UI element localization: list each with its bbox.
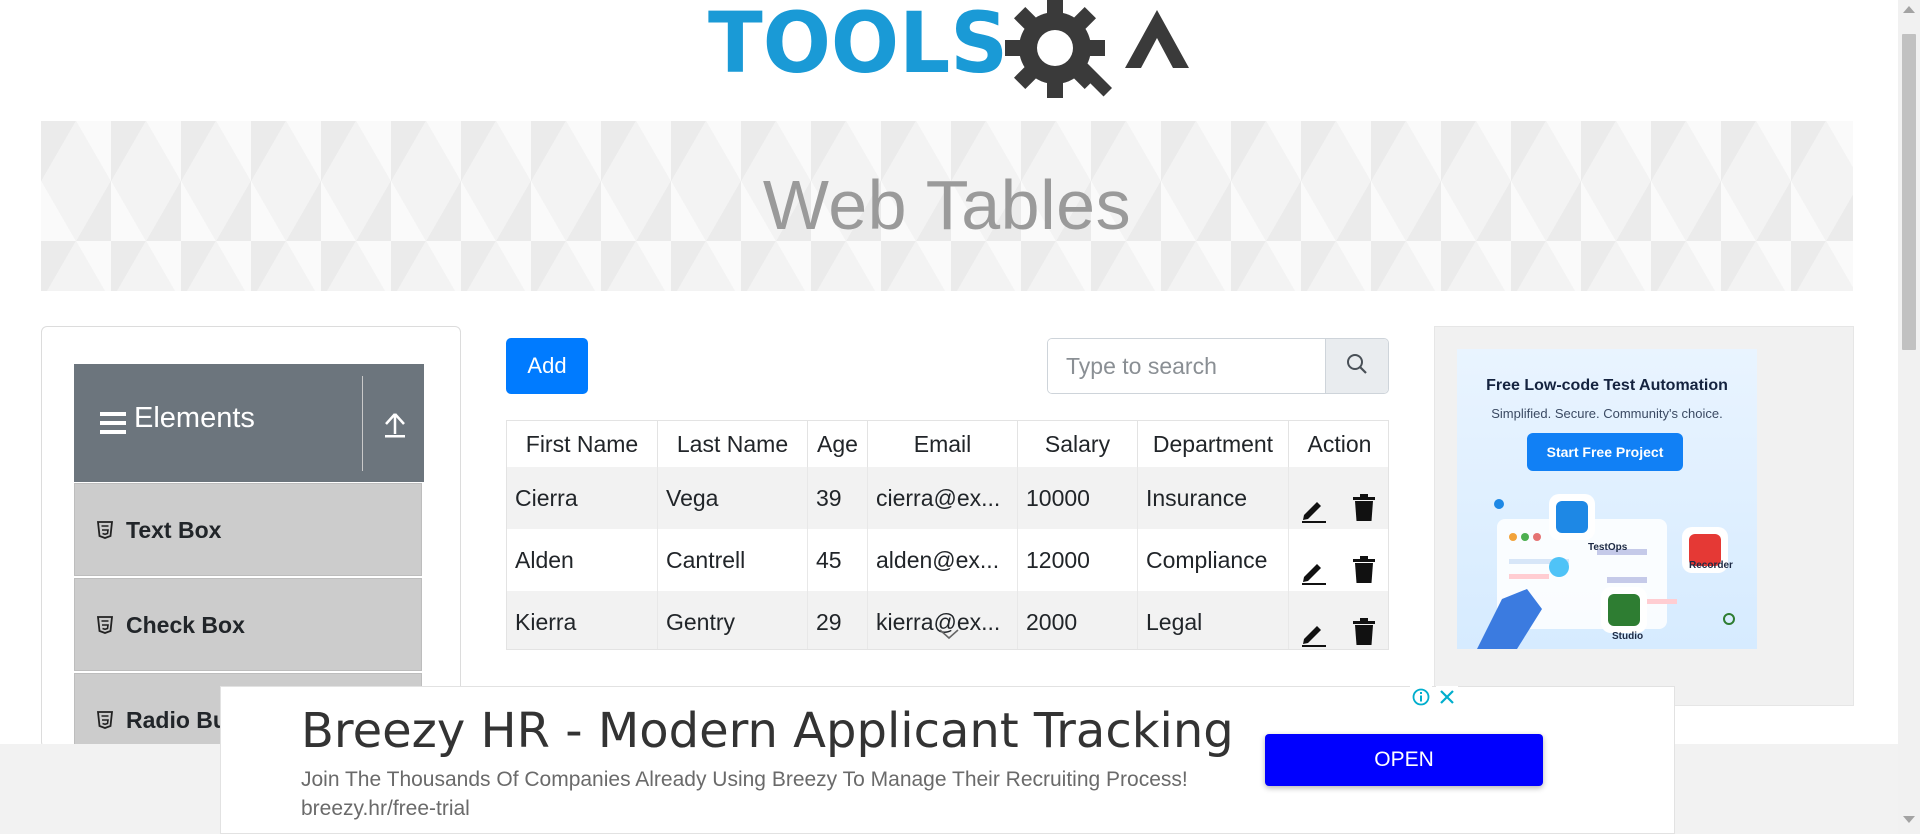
column-header-last-name[interactable]: Last Name <box>658 421 808 467</box>
ad-description: Join The Thousands Of Companies Already … <box>301 768 1188 820</box>
cell-salary: 10000 <box>1018 467 1138 529</box>
delete-icon[interactable] <box>1352 607 1376 649</box>
html5-icon <box>96 521 114 544</box>
cell-action <box>1289 591 1388 649</box>
sidebar-item-text-box[interactable]: Text Box <box>74 483 422 576</box>
cell-department: Legal <box>1138 591 1289 649</box>
ad-label-testops: TestOps <box>1588 542 1628 553</box>
ad-label-recorder: Recorder <box>1689 560 1733 571</box>
cell-action <box>1289 467 1388 529</box>
adchoices-icon[interactable] <box>1410 686 1432 708</box>
sidebar-item-label: Check Box <box>126 612 245 638</box>
ad-subtitle: Simplified. Secure. Community's choice. <box>1491 406 1723 421</box>
sidebar: Elements Text Box Check Box Radio Bu <box>41 326 461 748</box>
edit-icon[interactable] <box>1299 546 1327 591</box>
scroll-up-arrow[interactable] <box>1903 6 1915 13</box>
cell-age: 39 <box>808 467 868 529</box>
header-divider <box>362 376 363 471</box>
page-title: Web Tables <box>762 166 1132 244</box>
column-header-age[interactable]: Age <box>808 421 868 467</box>
delete-icon[interactable] <box>1352 545 1376 591</box>
cell-first-name: Cierra <box>507 467 658 529</box>
sidebar-item-label: Text Box <box>126 517 222 543</box>
toolsqa-logo[interactable]: TOOLS <box>705 0 1195 110</box>
ad-headline[interactable]: Breezy HR - Modern Applicant Tracking <box>301 703 1234 759</box>
collapse-arrow-icon[interactable] <box>376 404 414 444</box>
edit-icon[interactable] <box>1299 608 1327 649</box>
cell-email: alden@ex... <box>868 529 1018 591</box>
cell-last-name: Cantrell <box>658 529 808 591</box>
cell-department: Compliance <box>1138 529 1289 591</box>
search-button[interactable] <box>1325 339 1388 393</box>
page-scrollbar[interactable] <box>1898 0 1920 834</box>
cell-salary: 12000 <box>1018 529 1138 591</box>
sidebar-item-label: Radio Bu <box>126 707 227 733</box>
ad-open-button[interactable]: OPEN <box>1265 734 1543 786</box>
start-free-project-button[interactable]: Start Free Project <box>1527 433 1683 471</box>
table-row: Alden Cantrell 45 alden@ex... 12000 Comp… <box>507 529 1388 592</box>
sidebar-group-title: Elements <box>134 402 255 434</box>
cell-first-name: Kierra <box>507 591 658 649</box>
table-header: First Name Last Name Age Email Salary De… <box>507 421 1388 469</box>
sidebar-group-elements[interactable]: Elements <box>74 364 424 482</box>
column-header-email[interactable]: Email <box>868 421 1018 467</box>
search-box <box>1047 338 1389 394</box>
chevron-down-icon <box>937 627 961 646</box>
breezy-hr-ad[interactable]: Breezy HR - Modern Applicant Tracking Jo… <box>220 686 1675 834</box>
cell-last-name: Gentry <box>658 591 808 649</box>
scroll-thumb[interactable] <box>1902 34 1916 350</box>
table-row: Cierra Vega 39 cierra@ex... 10000 Insura… <box>507 467 1388 530</box>
column-header-first-name[interactable]: First Name <box>507 421 658 467</box>
add-button[interactable]: Add <box>506 338 588 394</box>
column-header-salary[interactable]: Salary <box>1018 421 1138 467</box>
close-icon[interactable] <box>1436 686 1458 708</box>
cell-email: cierra@ex... <box>868 467 1018 529</box>
cell-last-name: Vega <box>658 467 808 529</box>
html5-icon <box>96 711 114 734</box>
ad-card: Free Low-code Test Automation Simplified… <box>1457 349 1757 649</box>
cell-first-name: Alden <box>507 529 658 591</box>
cell-age: 29 <box>808 591 868 649</box>
katalon-ad[interactable]: Free Low-code Test Automation Simplified… <box>1434 326 1854 706</box>
cell-age: 45 <box>808 529 868 591</box>
cell-salary: 2000 <box>1018 591 1138 649</box>
column-header-department[interactable]: Department <box>1138 421 1289 467</box>
sidebar-item-check-box[interactable]: Check Box <box>74 578 422 671</box>
web-table: First Name Last Name Age Email Salary De… <box>506 420 1389 650</box>
svg-text:TOOLS: TOOLS <box>708 0 1008 92</box>
delete-icon[interactable] <box>1352 483 1376 529</box>
ad-title: Free Low-code Test Automation <box>1486 377 1728 394</box>
column-header-action: Action <box>1307 431 1372 457</box>
search-icon <box>1346 353 1368 380</box>
search-input[interactable] <box>1048 339 1326 393</box>
hamburger-icon <box>100 412 126 439</box>
cell-department: Insurance <box>1138 467 1289 529</box>
page-banner: Web Tables <box>41 121 1853 291</box>
html5-icon <box>96 616 114 639</box>
scroll-down-arrow[interactable] <box>1903 816 1915 823</box>
cell-action <box>1289 529 1388 591</box>
ad-label-studio: Studio <box>1612 631 1644 642</box>
edit-icon[interactable] <box>1299 484 1327 529</box>
